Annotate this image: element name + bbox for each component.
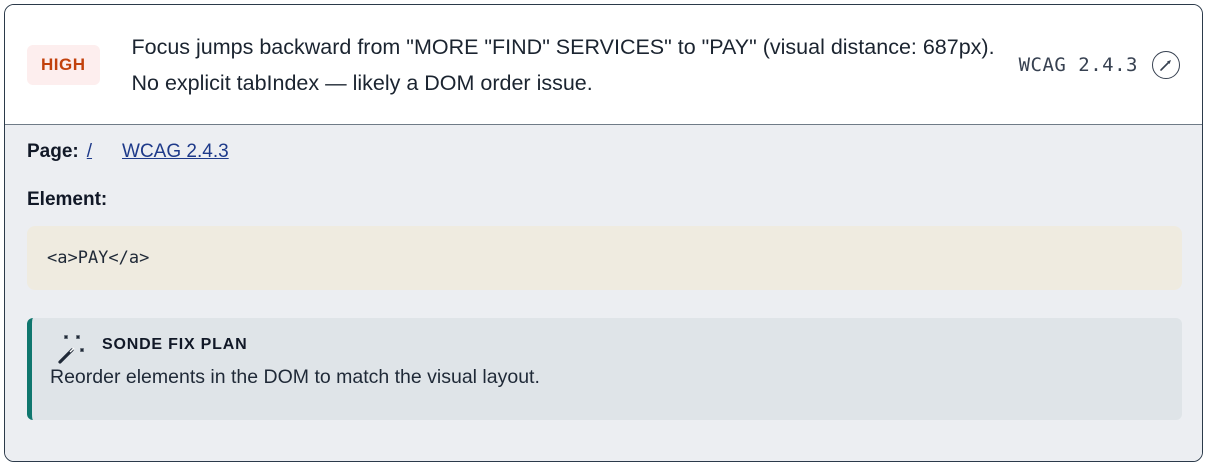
element-code: <a>PAY</a>	[27, 226, 1182, 290]
fix-plan: SONDE FIX PLAN Reorder elements in the D…	[27, 318, 1182, 420]
wcag-code: WCAG 2.4.3	[1018, 53, 1138, 76]
severity-badge: HIGH	[27, 44, 100, 85]
issue-card: HIGH Focus jumps backward from "MORE "FI…	[4, 4, 1203, 462]
compass-icon[interactable]	[1152, 50, 1180, 79]
wcag-link[interactable]: WCAG 2.4.3	[122, 141, 229, 163]
issue-header[interactable]: HIGH Focus jumps backward from "MORE "FI…	[5, 5, 1202, 125]
issue-details: Page: / WCAG 2.4.3 Element: <a>PAY</a> S…	[5, 125, 1202, 461]
page-link[interactable]: /	[87, 141, 92, 163]
fix-content: SONDE FIX PLAN Reorder elements in the D…	[50, 334, 540, 420]
issue-message: Focus jumps backward from "MORE "FIND" S…	[131, 34, 995, 95]
fix-description: Reorder elements in the DOM to match the…	[50, 366, 540, 388]
magic-wand-icon	[52, 332, 90, 370]
fix-title: SONDE FIX PLAN	[102, 336, 248, 353]
page-row: Page: / WCAG 2.4.3	[27, 141, 1182, 171]
page-label: Page:	[27, 141, 79, 162]
element-label: Element:	[27, 189, 108, 210]
